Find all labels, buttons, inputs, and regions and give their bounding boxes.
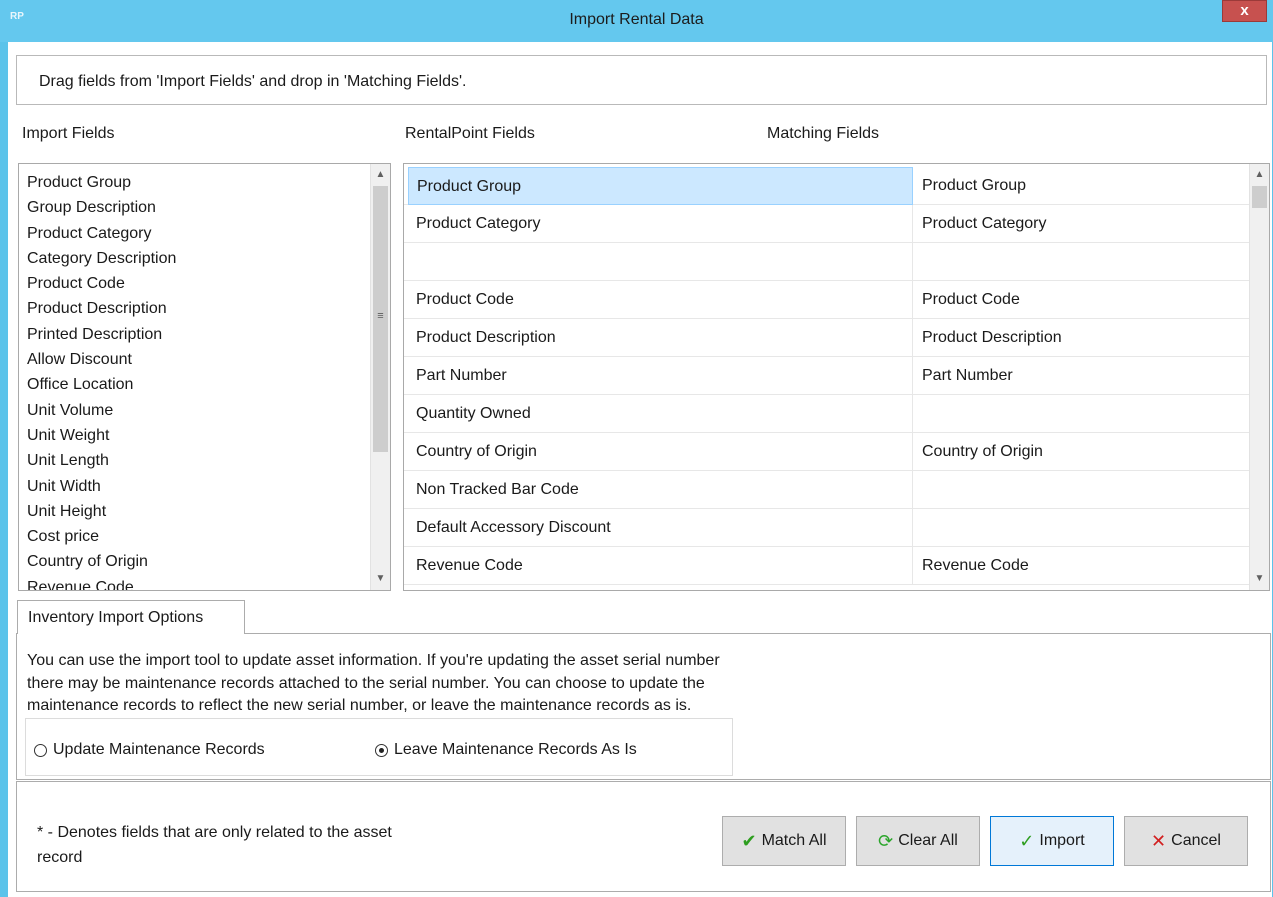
update-maintenance-radio[interactable]: Update Maintenance Records: [34, 741, 265, 759]
table-row[interactable]: Country of Origin Country of Origin: [404, 433, 1249, 471]
field-mapping-grid[interactable]: Product Group Product Group Product Cate…: [403, 163, 1270, 591]
matching-field-cell[interactable]: Product Description: [914, 319, 1244, 357]
scroll-down-icon[interactable]: ▼: [1250, 570, 1269, 588]
radio-label: Leave Maintenance Records As Is: [394, 741, 637, 758]
rentalpoint-field-cell[interactable]: Product Code: [408, 281, 913, 319]
checkmark-icon: ✓: [1019, 830, 1035, 851]
rentalpoint-field-cell[interactable]: Product Group: [408, 167, 913, 205]
close-x-icon: ✕: [1151, 830, 1167, 851]
list-item[interactable]: Unit Width: [27, 474, 390, 499]
rentalpoint-field-cell[interactable]: Non Tracked Bar Code: [408, 471, 913, 509]
matching-field-cell[interactable]: Country of Origin: [914, 433, 1244, 471]
tab-inventory-import-options[interactable]: Inventory Import Options: [17, 600, 245, 634]
table-row[interactable]: Non Tracked Bar Code: [404, 471, 1249, 509]
import-fields-list[interactable]: Product Group Group Description Product …: [18, 163, 391, 591]
list-item[interactable]: Allow Discount: [27, 347, 390, 372]
matching-field-cell[interactable]: [914, 243, 1244, 281]
import-label: Import: [1039, 832, 1085, 849]
table-row[interactable]: Part Number Part Number: [404, 357, 1249, 395]
table-row[interactable]: Revenue Code Revenue Code: [404, 547, 1249, 585]
matching-field-cell[interactable]: [914, 471, 1244, 509]
radio-unchecked-icon[interactable]: [34, 743, 47, 757]
refresh-icon: ⟳: [878, 830, 894, 851]
match-all-label: Match All: [761, 832, 827, 849]
radio-label: Update Maintenance Records: [53, 741, 265, 758]
window-title: Import Rental Data: [569, 11, 704, 28]
rentalpoint-field-cell[interactable]: Revenue Code: [408, 547, 913, 585]
matching-field-cell[interactable]: Product Category: [914, 205, 1244, 243]
table-row[interactable]: Product Code Product Code: [404, 281, 1249, 319]
list-item[interactable]: Unit Volume: [27, 398, 390, 423]
matching-field-cell[interactable]: Product Group: [914, 167, 1244, 205]
rentalpoint-fields-label: RentalPoint Fields: [405, 125, 535, 142]
rentalpoint-field-cell[interactable]: Quantity Owned: [408, 395, 913, 433]
table-row[interactable]: Product Category Product Category: [404, 205, 1249, 243]
mapping-grid-scrollbar[interactable]: ▲ ▼: [1249, 164, 1269, 590]
table-row[interactable]: Product Group Product Group: [404, 167, 1249, 205]
matching-field-cell[interactable]: [914, 509, 1244, 547]
matching-field-cell[interactable]: [914, 395, 1244, 433]
matching-field-cell[interactable]: Part Number: [914, 357, 1244, 395]
table-row[interactable]: Quantity Owned: [404, 395, 1249, 433]
list-item[interactable]: Product Description: [27, 296, 390, 321]
checkmark-icon: ✔: [741, 830, 757, 851]
footnote-text: * - Denotes fields that are only related…: [37, 824, 392, 866]
table-row[interactable]: Product Description Product Description: [404, 319, 1249, 357]
list-item[interactable]: Unit Weight: [27, 423, 390, 448]
clear-all-button[interactable]: ⟳ Clear All: [856, 816, 980, 866]
list-item[interactable]: Revenue Code: [27, 575, 390, 590]
scroll-up-icon[interactable]: ▲: [1250, 166, 1269, 184]
cancel-button[interactable]: ✕ Cancel: [1124, 816, 1248, 866]
list-item[interactable]: Product Group: [27, 170, 390, 195]
close-button[interactable]: x: [1222, 0, 1267, 22]
clear-all-label: Clear All: [898, 832, 958, 849]
rentalpoint-field-cell[interactable]: Country of Origin: [408, 433, 913, 471]
leave-maintenance-radio[interactable]: Leave Maintenance Records As Is: [375, 741, 637, 759]
list-item[interactable]: Product Category: [27, 221, 390, 246]
options-description: You can use the import tool to update as…: [27, 652, 720, 714]
list-item[interactable]: Country of Origin: [27, 549, 390, 574]
instructions-text: Drag fields from 'Import Fields' and dro…: [39, 73, 467, 90]
matching-field-cell[interactable]: Product Code: [914, 281, 1244, 319]
import-fields-scrollbar[interactable]: ▲ ≡ ▼: [370, 164, 390, 590]
list-item[interactable]: Cost price: [27, 524, 390, 549]
rentalpoint-field-cell[interactable]: Product Category: [408, 205, 913, 243]
rentalpoint-field-cell[interactable]: Default Accessory Discount: [408, 509, 913, 547]
table-row[interactable]: [404, 243, 1249, 281]
import-button[interactable]: ✓ Import: [990, 816, 1114, 866]
scroll-up-icon[interactable]: ▲: [371, 166, 390, 184]
title-bar: RP Import Rental Data x: [0, 0, 1273, 42]
list-item[interactable]: Printed Description: [27, 322, 390, 347]
list-item[interactable]: Unit Height: [27, 499, 390, 524]
matching-field-cell[interactable]: Revenue Code: [914, 547, 1244, 585]
list-item[interactable]: Category Description: [27, 246, 390, 271]
grip-icon: ≡: [377, 310, 384, 322]
table-row[interactable]: Default Accessory Discount: [404, 509, 1249, 547]
list-item[interactable]: Unit Length: [27, 448, 390, 473]
scroll-down-icon[interactable]: ▼: [371, 570, 390, 588]
rentalpoint-field-cell[interactable]: Part Number: [408, 357, 913, 395]
import-fields-label: Import Fields: [22, 125, 115, 142]
rentalpoint-field-cell[interactable]: Product Description: [408, 319, 913, 357]
instructions-box: Drag fields from 'Import Fields' and dro…: [16, 55, 1267, 105]
list-item[interactable]: Group Description: [27, 195, 390, 220]
matching-fields-label: Matching Fields: [767, 125, 880, 142]
match-all-button[interactable]: ✔ Match All: [722, 816, 846, 866]
list-item[interactable]: Office Location: [27, 372, 390, 397]
scroll-thumb[interactable]: [1252, 186, 1267, 208]
radio-checked-icon[interactable]: [375, 743, 388, 757]
cancel-label: Cancel: [1171, 832, 1221, 849]
list-item[interactable]: Product Code: [27, 271, 390, 296]
rentalpoint-field-cell[interactable]: [408, 243, 913, 281]
